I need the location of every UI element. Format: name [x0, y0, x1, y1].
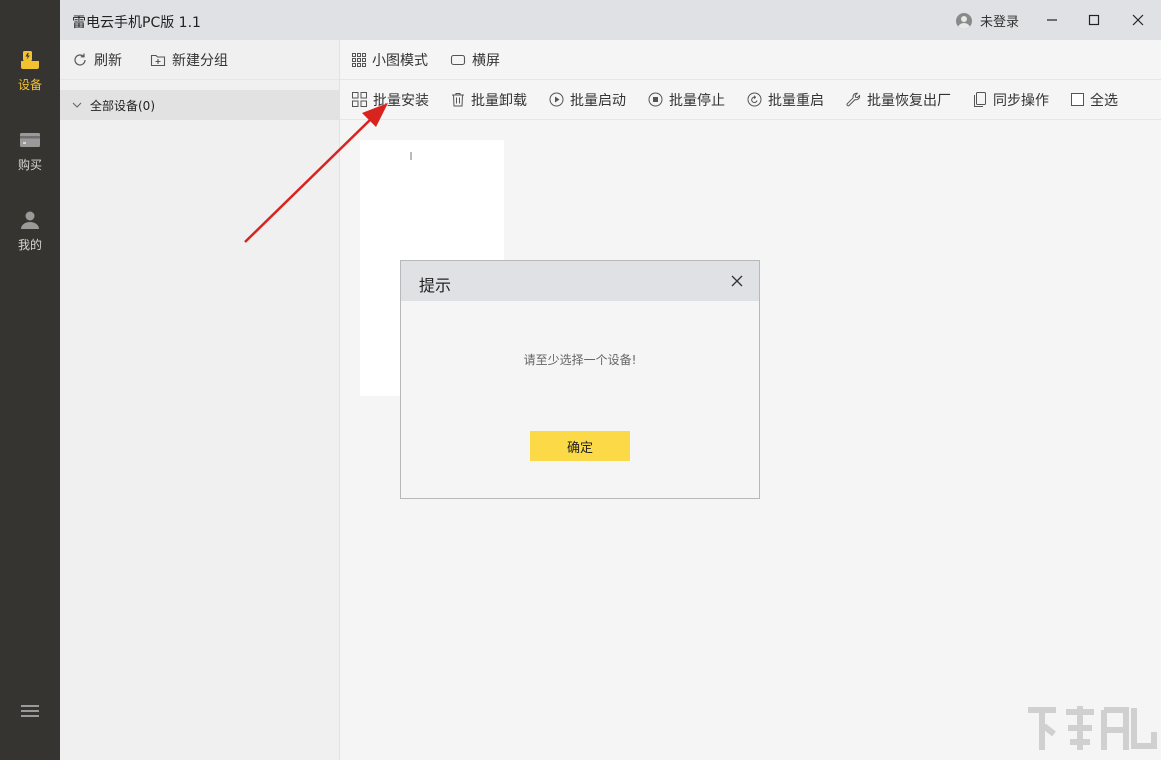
view-toolbar: 小图模式 横屏: [340, 40, 1161, 80]
rail-item-devices[interactable]: 设备: [0, 44, 60, 114]
batch-install-label: 批量安装: [373, 90, 429, 110]
small-mode-button[interactable]: 小图模式: [352, 50, 428, 70]
batch-start-label: 批量启动: [570, 90, 626, 110]
checkbox-box[interactable]: [1071, 93, 1084, 106]
minimize-icon[interactable]: [1040, 8, 1064, 32]
restart-icon: [747, 92, 762, 107]
maximize-icon[interactable]: [1082, 8, 1106, 32]
trash-icon: [451, 92, 465, 107]
landscape-label: 横屏: [472, 50, 500, 70]
landscape-icon: [450, 53, 466, 67]
batch-install-button[interactable]: 批量安装: [352, 90, 429, 110]
app-title: 雷电云手机PC版 1.1: [72, 12, 201, 32]
sync-operation-button[interactable]: 同步操作: [973, 90, 1049, 110]
apps-icon: [352, 92, 367, 107]
small-mode-label: 小图模式: [372, 50, 428, 70]
play-icon: [549, 92, 564, 107]
loading-indicator: [410, 152, 412, 160]
batch-stop-button[interactable]: 批量停止: [648, 90, 725, 110]
batch-factory-reset-button[interactable]: 批量恢复出厂: [846, 90, 951, 110]
select-all-checkbox[interactable]: 全选: [1071, 90, 1118, 110]
sync-phone-icon: [973, 92, 987, 107]
login-label: 未登录: [980, 11, 1019, 30]
stop-icon: [648, 92, 663, 107]
batch-restart-button[interactable]: 批量重启: [747, 90, 824, 110]
refresh-button[interactable]: 刷新: [72, 50, 122, 70]
device-icon: [18, 48, 42, 72]
new-group-label: 新建分组: [172, 50, 228, 70]
batch-stop-label: 批量停止: [669, 90, 725, 110]
batch-uninstall-label: 批量卸载: [471, 90, 527, 110]
card-icon: [18, 128, 42, 152]
sync-operation-label: 同步操作: [993, 90, 1049, 110]
watermark-logo: [1022, 702, 1158, 754]
rail-item-label: 设备: [18, 76, 42, 93]
dialog-message: 请至少选择一个设备!: [401, 351, 759, 368]
tree-root-label: 全部设备(0): [90, 97, 155, 114]
avatar-icon: [956, 13, 972, 29]
batch-uninstall-button[interactable]: 批量卸载: [451, 90, 527, 110]
title-bar: 雷电云手机PC版 1.1 未登录: [60, 0, 1161, 40]
close-icon[interactable]: [1126, 8, 1150, 32]
hamburger-icon[interactable]: [19, 702, 41, 720]
rail-item-label: 购买: [18, 156, 42, 173]
ok-button[interactable]: 确定: [530, 431, 630, 461]
chevron-down-icon: [72, 100, 82, 110]
refresh-icon: [72, 52, 88, 68]
tree-root-all-devices[interactable]: 全部设备(0): [60, 90, 340, 120]
login-button[interactable]: 未登录: [956, 11, 1019, 30]
alert-dialog: 提示 请至少选择一个设备! 确定: [400, 260, 760, 499]
refresh-label: 刷新: [94, 50, 122, 70]
batch-start-button[interactable]: 批量启动: [549, 90, 626, 110]
new-group-button[interactable]: 新建分组: [150, 50, 228, 70]
rail-item-label: 我的: [18, 236, 42, 253]
group-toolbar: 刷新 新建分组: [60, 40, 339, 80]
folder-plus-icon: [150, 52, 166, 68]
group-panel: 刷新 新建分组 全部设备(0): [60, 40, 340, 760]
wrench-icon: [846, 92, 861, 107]
batch-toolbar: 批量安装 批量卸载 批量启动 批量停止: [340, 80, 1161, 120]
select-all-label: 全选: [1090, 90, 1118, 110]
dialog-close-icon[interactable]: [729, 273, 745, 289]
grid-icon: [352, 53, 366, 67]
user-icon: [18, 208, 42, 232]
batch-factory-reset-label: 批量恢复出厂: [867, 90, 951, 110]
dialog-header: 提示: [401, 261, 759, 301]
dialog-title: 提示: [419, 272, 451, 296]
landscape-button[interactable]: 横屏: [450, 50, 500, 70]
rail-item-mine[interactable]: 我的: [0, 204, 60, 274]
rail-item-buy[interactable]: 购买: [0, 124, 60, 194]
nav-rail: 设备 购买 我的: [0, 0, 60, 760]
batch-restart-label: 批量重启: [768, 90, 824, 110]
